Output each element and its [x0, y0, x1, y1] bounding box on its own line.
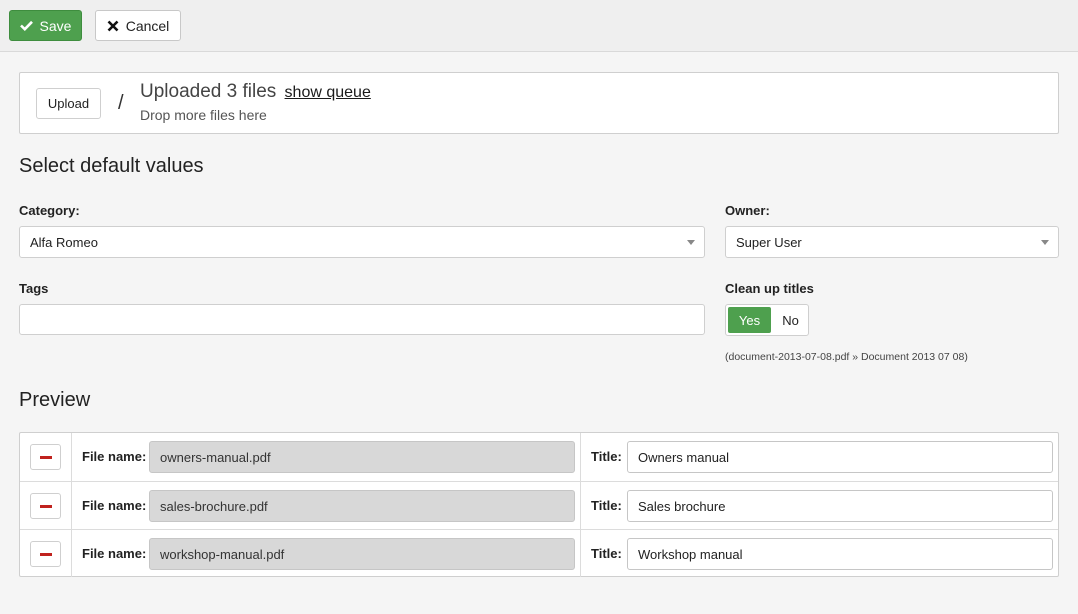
owner-value: Super User: [736, 234, 802, 250]
toolbar: Save Cancel: [0, 0, 1078, 52]
table-row: File name: owners-manual.pdf Title: Owne…: [20, 433, 1058, 481]
upload-dropzone[interactable]: Upload / Uploaded 3 files show queue Dro…: [19, 72, 1059, 134]
remove-row-button[interactable]: [30, 493, 61, 519]
chevron-down-icon: [687, 240, 695, 245]
title-label: Title:: [591, 449, 622, 464]
cell-divider: [580, 433, 581, 481]
cell-divider: [580, 530, 581, 577]
cancel-button[interactable]: Cancel: [95, 10, 181, 41]
show-queue-link[interactable]: show queue: [285, 84, 371, 101]
check-icon: [19, 20, 33, 31]
owner-label: Owner:: [725, 203, 770, 218]
cell-divider: [71, 530, 72, 577]
upload-status-text: Uploaded 3 files: [140, 81, 277, 102]
remove-row-button[interactable]: [30, 541, 61, 567]
save-button[interactable]: Save: [9, 10, 82, 41]
category-label: Category:: [19, 203, 80, 218]
preview-heading: Preview: [19, 389, 91, 411]
file-name-field: workshop-manual.pdf: [149, 538, 575, 570]
drop-hint: Drop more files here: [140, 107, 267, 123]
tags-label: Tags: [19, 281, 49, 296]
file-name-field: sales-brochure.pdf: [149, 490, 575, 522]
file-name-label: File name:: [82, 546, 147, 561]
upload-button[interactable]: Upload: [36, 88, 101, 119]
upload-status: Uploaded 3 files show queue: [140, 81, 371, 103]
title-input[interactable]: Sales brochure: [627, 490, 1053, 522]
title-label: Title:: [591, 498, 622, 513]
cell-divider: [71, 482, 72, 529]
cleanup-no-button[interactable]: No: [773, 305, 808, 335]
remove-row-button[interactable]: [30, 444, 61, 470]
save-label: Save: [39, 17, 72, 34]
close-icon: [107, 20, 119, 31]
file-name-label: File name:: [82, 498, 147, 513]
category-select[interactable]: Alfa Romeo: [19, 226, 705, 258]
preview-table: File name: owners-manual.pdf Title: Owne…: [19, 432, 1059, 577]
owner-select[interactable]: Super User: [725, 226, 1059, 258]
cleanup-titles-label: Clean up titles: [725, 281, 814, 296]
cleanup-titles-toggle: Yes No: [725, 304, 809, 336]
category-value: Alfa Romeo: [30, 234, 98, 250]
title-label: Title:: [591, 546, 622, 561]
minus-icon: [39, 552, 52, 556]
cell-divider: [71, 433, 72, 481]
minus-icon: [39, 455, 52, 459]
table-row: File name: workshop-manual.pdf Title: Wo…: [20, 529, 1058, 577]
title-input[interactable]: Workshop manual: [627, 538, 1053, 570]
table-row: File name: sales-brochure.pdf Title: Sal…: [20, 481, 1058, 529]
file-name-field: owners-manual.pdf: [149, 441, 575, 473]
minus-icon: [39, 504, 52, 508]
title-input[interactable]: Owners manual: [627, 441, 1053, 473]
tags-input[interactable]: [19, 304, 705, 335]
file-name-label: File name:: [82, 449, 147, 464]
defaults-heading: Select default values: [19, 155, 204, 177]
chevron-down-icon: [1041, 240, 1049, 245]
cleanup-yes-button[interactable]: Yes: [728, 307, 771, 333]
cancel-label: Cancel: [125, 17, 170, 34]
cleanup-example: (document-2013-07-08.pdf » Document 2013…: [725, 351, 968, 363]
upload-separator: /: [118, 92, 124, 114]
cell-divider: [580, 482, 581, 529]
